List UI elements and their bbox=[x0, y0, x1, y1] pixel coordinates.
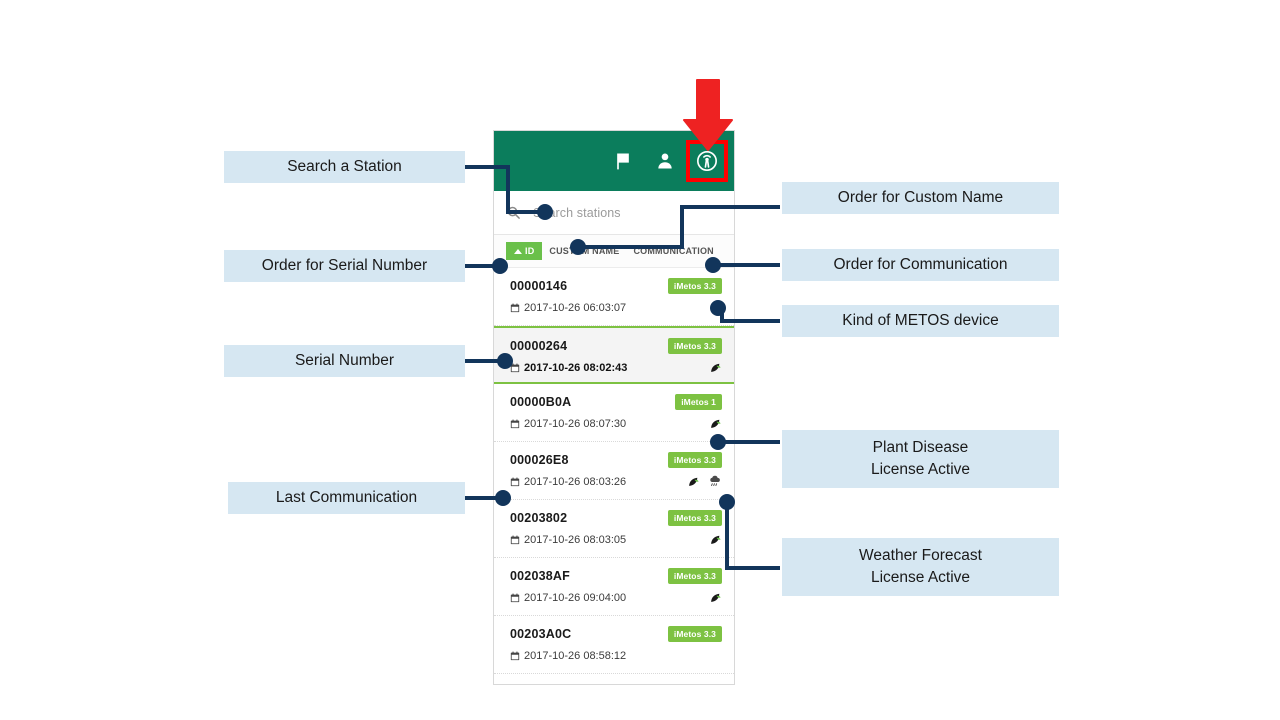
screenshot-stage: Search a Station Order for Serial Number… bbox=[0, 0, 1280, 720]
arrow-shape bbox=[683, 79, 733, 151]
red-pointer-arrow bbox=[683, 79, 733, 151]
